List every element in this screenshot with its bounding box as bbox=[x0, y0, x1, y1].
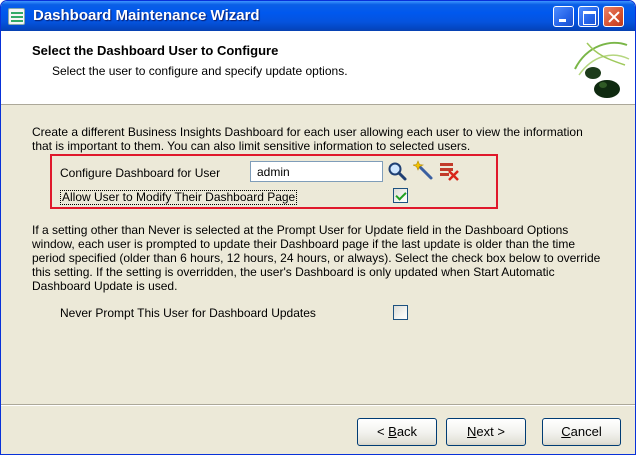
delete-icon[interactable] bbox=[438, 160, 460, 182]
user-input[interactable] bbox=[250, 161, 383, 182]
next-rest: ext > bbox=[476, 424, 505, 439]
cancel-rest: ancel bbox=[570, 424, 602, 439]
dashboard-app-icon bbox=[8, 8, 25, 25]
wizard-window: Dashboard Maintenance Wizard Select the … bbox=[0, 0, 636, 455]
title-bar[interactable]: Dashboard Maintenance Wizard bbox=[1, 1, 635, 31]
configure-user-label: Configure Dashboard for User bbox=[60, 166, 221, 180]
back-prefix: < bbox=[376, 424, 389, 439]
description-text: Create a different Business Insights Das… bbox=[32, 125, 583, 153]
override-description-text: If a setting other than Never is selecte… bbox=[32, 223, 601, 293]
next-accesskey: N bbox=[467, 424, 477, 439]
next-button[interactable]: Next > bbox=[446, 418, 526, 446]
cancel-accesskey: C bbox=[561, 424, 571, 439]
minimize-button[interactable] bbox=[553, 6, 574, 27]
leaf-logo-icon bbox=[574, 41, 630, 98]
never-prompt-checkbox[interactable] bbox=[393, 305, 408, 320]
back-accesskey: B bbox=[388, 424, 397, 439]
header-title: Select the Dashboard User to Configure bbox=[32, 43, 279, 58]
footer-divider bbox=[1, 404, 635, 406]
cancel-button[interactable]: Cancel bbox=[542, 418, 621, 446]
never-prompt-label[interactable]: Never Prompt This User for Dashboard Upd… bbox=[60, 306, 316, 320]
close-button[interactable] bbox=[603, 6, 624, 27]
back-button[interactable]: < Back bbox=[357, 418, 437, 446]
wizard-header: Select the Dashboard User to Configure S… bbox=[1, 31, 635, 105]
allow-modify-label[interactable]: Allow User to Modify Their Dashboard Pag… bbox=[60, 190, 298, 205]
magnifier-icon[interactable] bbox=[386, 160, 408, 182]
header-subtitle: Select the user to configure and specify… bbox=[52, 64, 348, 78]
back-rest: ack bbox=[396, 424, 418, 439]
allow-modify-checkbox[interactable] bbox=[393, 188, 408, 203]
maximize-button[interactable] bbox=[578, 6, 599, 27]
window-title: Dashboard Maintenance Wizard bbox=[33, 7, 260, 24]
wand-icon[interactable] bbox=[413, 160, 435, 182]
